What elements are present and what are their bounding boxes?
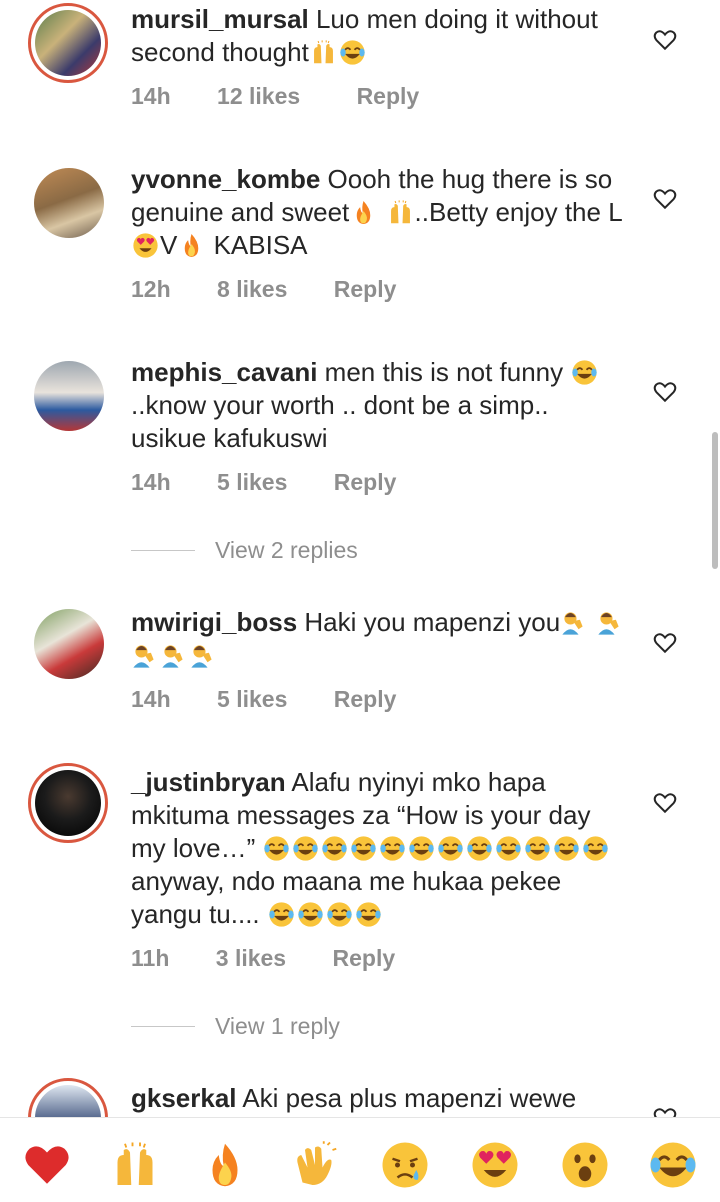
comment-text: KABISA xyxy=(206,230,308,260)
comment-text: ..Betty enjoy the L xyxy=(414,197,623,227)
comment-likes[interactable]: 5 likes xyxy=(217,686,287,713)
joy-icon xyxy=(268,901,295,928)
divider xyxy=(131,1026,195,1027)
comment-time: 14h xyxy=(131,686,171,712)
fire-icon xyxy=(178,232,205,259)
joy-icon xyxy=(582,835,609,862)
joy-icon xyxy=(466,835,493,862)
comment-time: 14h xyxy=(131,83,171,109)
joy-icon xyxy=(524,835,551,862)
view-replies-label: View 2 replies xyxy=(215,537,358,563)
joy-icon xyxy=(297,901,324,928)
joy-icon xyxy=(355,901,382,928)
crying-face-icon[interactable] xyxy=(380,1140,430,1190)
comment-username[interactable]: mephis_cavani xyxy=(131,357,317,387)
surprised-face-icon[interactable] xyxy=(560,1140,610,1190)
like-heart-icon[interactable] xyxy=(652,629,678,655)
joy-icon xyxy=(321,835,348,862)
facepalm-icon xyxy=(161,642,188,669)
joy-icon xyxy=(437,835,464,862)
comment-text: men this is not funny xyxy=(317,357,571,387)
like-heart-icon[interactable] xyxy=(652,185,678,211)
comment-likes[interactable]: 8 likes xyxy=(217,276,287,303)
facepalm-icon xyxy=(132,642,159,669)
comment-time: 14h xyxy=(131,469,171,495)
avatar[interactable] xyxy=(28,3,108,83)
avatar[interactable] xyxy=(34,609,104,679)
comment-username[interactable]: yvonne_kombe xyxy=(131,164,320,194)
comment-likes[interactable]: 12 likes xyxy=(217,83,300,110)
comment-text: V xyxy=(160,230,178,260)
fire-icon[interactable] xyxy=(200,1140,250,1190)
comment-time: 11h xyxy=(131,945,170,971)
joy-icon xyxy=(263,835,290,862)
joy-icon xyxy=(379,835,406,862)
heart-eyes-icon xyxy=(132,232,159,259)
comment-username[interactable]: _justinbryan xyxy=(131,767,286,797)
comment-username[interactable]: mursil_mursal xyxy=(131,4,309,34)
like-heart-icon[interactable] xyxy=(652,789,678,815)
joy-icon xyxy=(408,835,435,862)
comment-likes[interactable]: 3 likes xyxy=(216,945,286,972)
avatar[interactable] xyxy=(28,763,108,843)
comment-text: ..know your worth .. dont be a simp.. us… xyxy=(131,390,549,453)
view-replies-button[interactable]: View 2 replies xyxy=(131,537,358,564)
joy-icon xyxy=(292,835,319,862)
comment-username[interactable]: mwirigi_boss xyxy=(131,607,297,637)
raising-hands-icon xyxy=(310,39,337,66)
reply-button[interactable]: Reply xyxy=(333,945,396,972)
avatar[interactable] xyxy=(34,361,104,431)
joy-icon xyxy=(553,835,580,862)
comment-username[interactable]: gkserkal xyxy=(131,1083,237,1113)
reply-button[interactable]: Reply xyxy=(334,469,397,496)
reply-button[interactable]: Reply xyxy=(334,686,397,713)
divider xyxy=(131,550,195,551)
reply-button[interactable]: Reply xyxy=(357,83,420,110)
avatar[interactable] xyxy=(34,168,104,238)
clapping-hands-icon[interactable] xyxy=(290,1140,340,1190)
like-heart-icon[interactable] xyxy=(652,26,678,52)
comment-text: Aki pesa plus mapenzi wewe xyxy=(236,1083,577,1113)
joy-icon xyxy=(339,39,366,66)
red-heart-icon[interactable] xyxy=(22,1140,72,1190)
reply-button[interactable]: Reply xyxy=(334,276,397,303)
joy-icon xyxy=(326,901,353,928)
facepalm-icon xyxy=(561,609,588,636)
tears-of-joy-icon[interactable] xyxy=(648,1140,698,1190)
like-heart-icon[interactable] xyxy=(652,378,678,404)
view-replies-label: View 1 reply xyxy=(215,1013,340,1039)
heart-eyes-icon[interactable] xyxy=(470,1140,520,1190)
scrollbar[interactable] xyxy=(712,432,718,569)
emoji-reaction-bar xyxy=(0,1117,720,1202)
joy-icon xyxy=(495,835,522,862)
facepalm-icon xyxy=(597,609,624,636)
view-replies-button[interactable]: View 1 reply xyxy=(131,1013,340,1040)
joy-icon xyxy=(571,359,598,386)
joy-icon xyxy=(350,835,377,862)
comment-time: 12h xyxy=(131,276,171,302)
raising-hands-icon[interactable] xyxy=(110,1140,160,1190)
raising-hands-icon xyxy=(387,199,414,226)
facepalm-icon xyxy=(190,642,217,669)
fire-icon xyxy=(350,199,377,226)
comment-likes[interactable]: 5 likes xyxy=(217,469,287,496)
comment-text: Haki you mapenzi you xyxy=(297,607,561,637)
